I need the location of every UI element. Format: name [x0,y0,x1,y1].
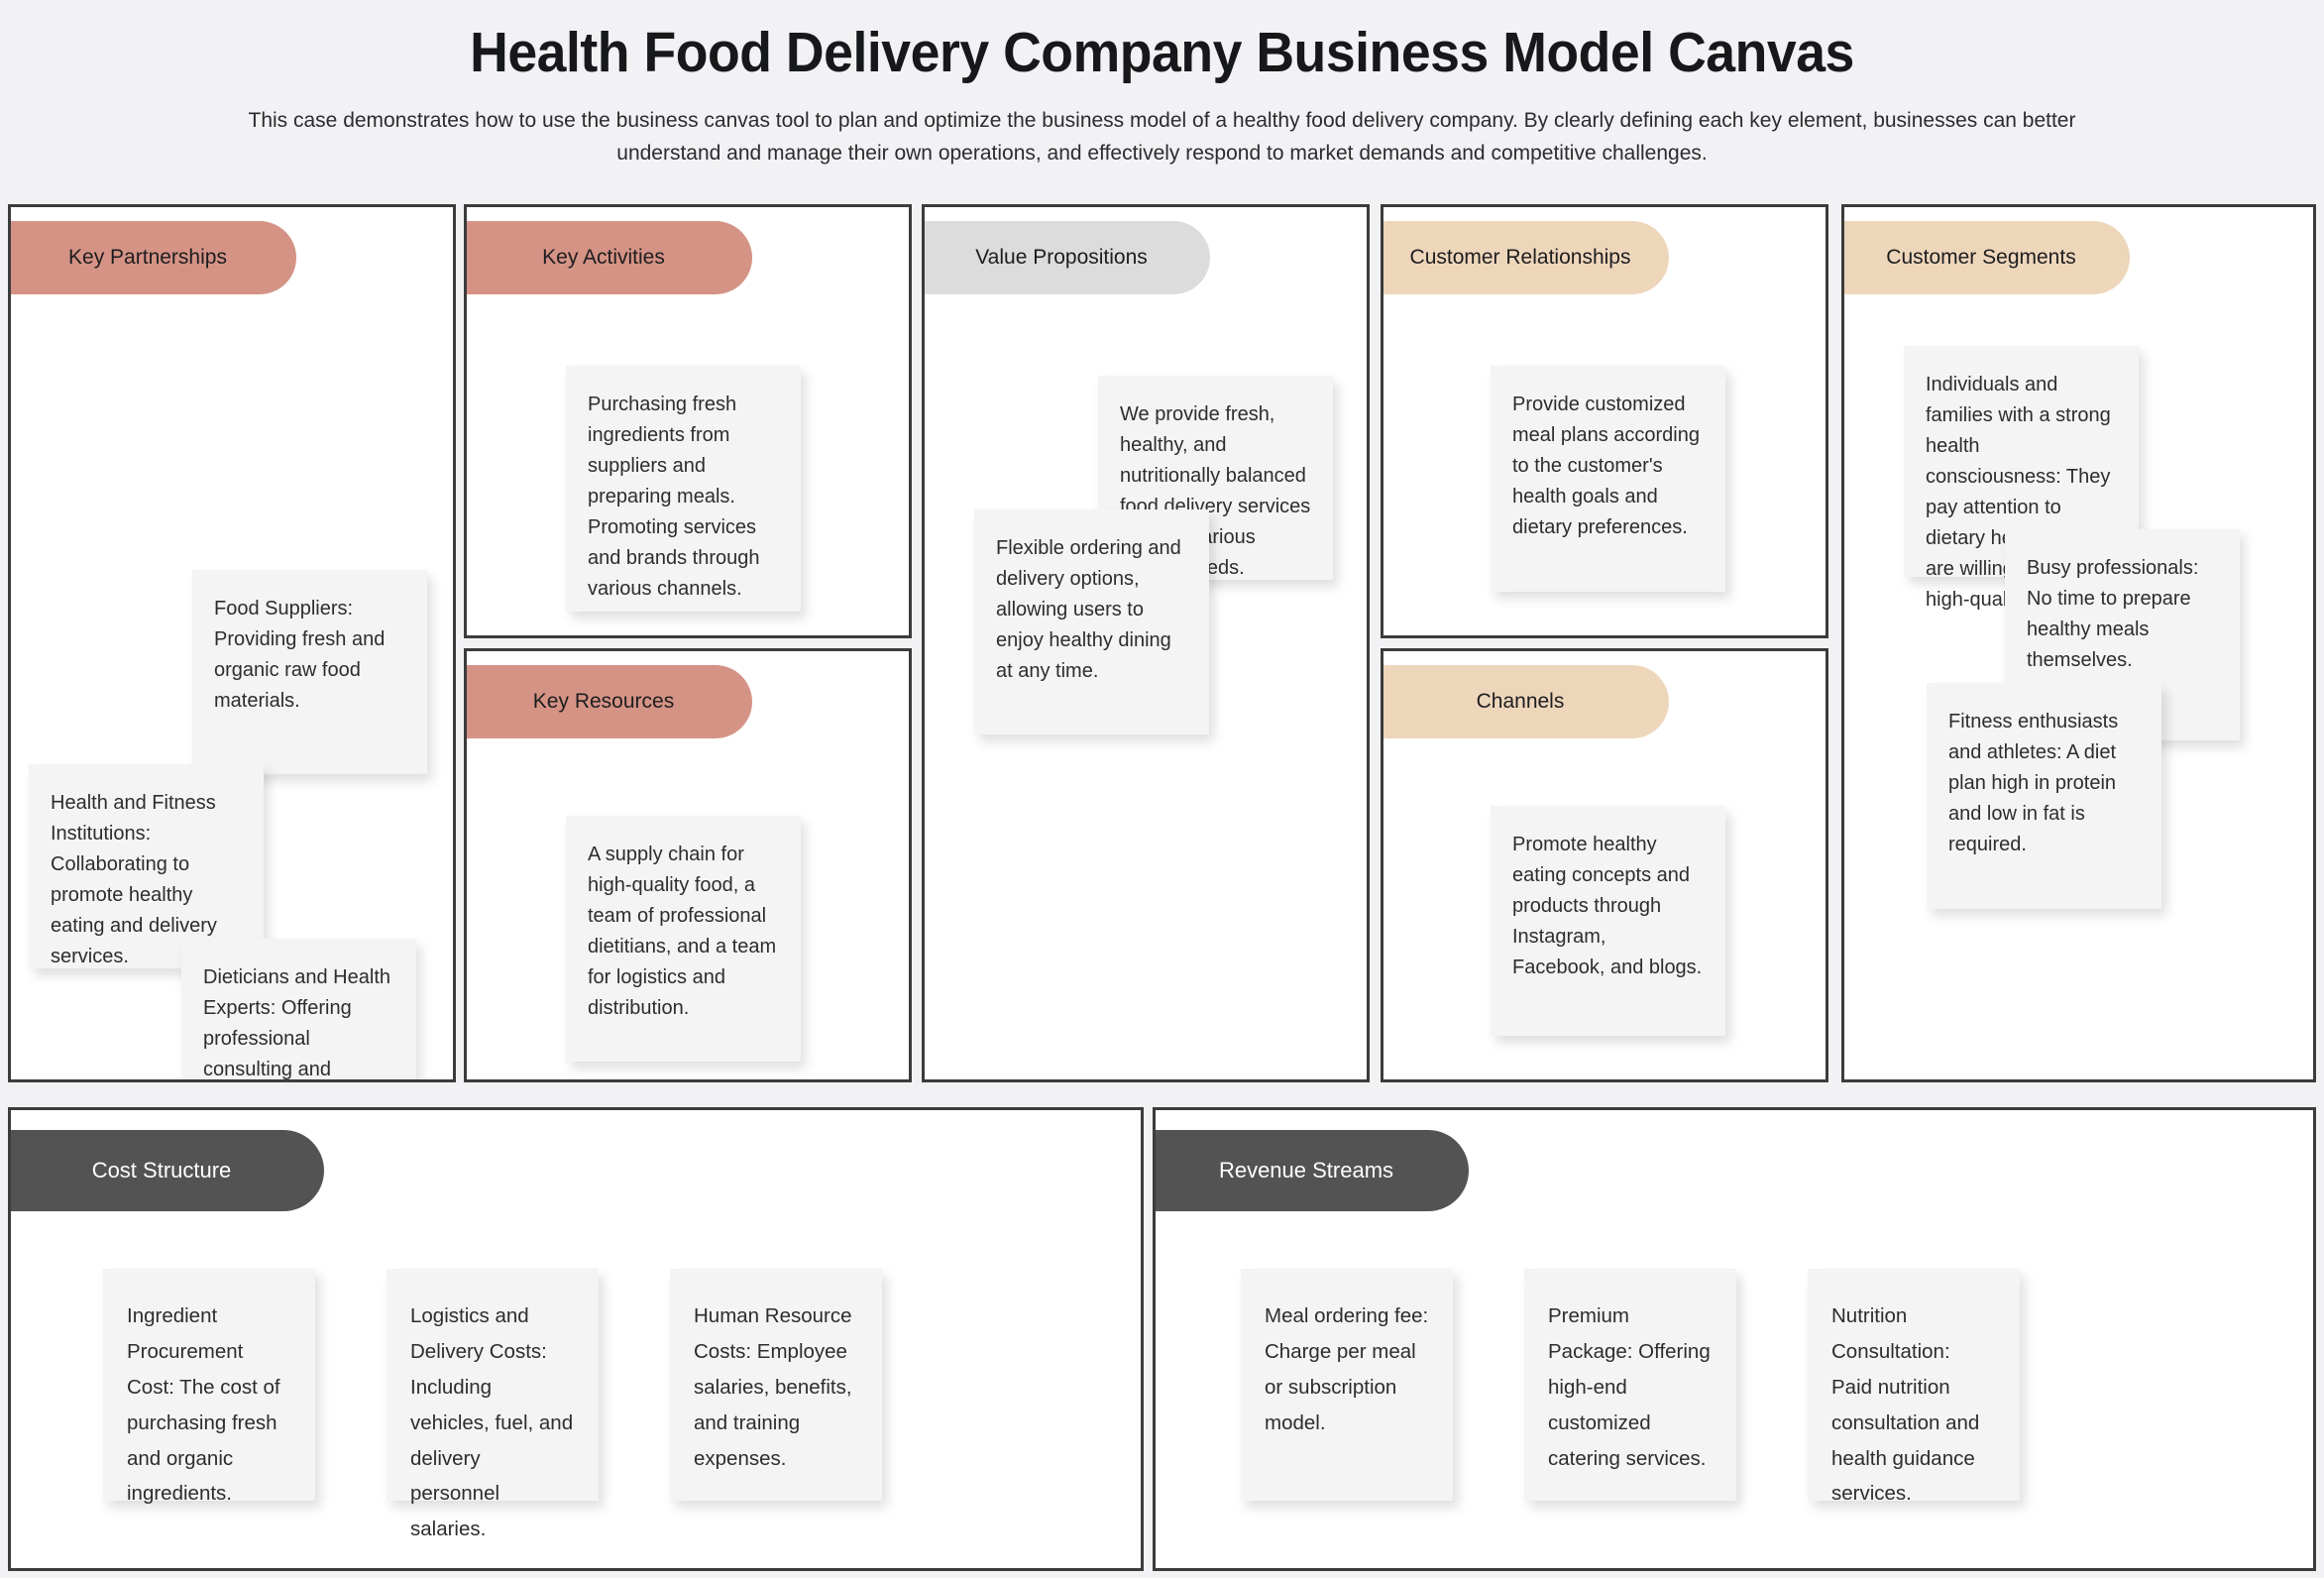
block-key-partnerships[interactable]: Key Partnerships Food Suppliers: Providi… [8,204,456,1082]
page-subtitle: This case demonstrates how to use the bu… [248,108,2076,166]
block-customer-relationships[interactable]: Customer Relationships Provide customize… [1381,204,1828,638]
note-card[interactable]: Human Resource Costs: Employee salaries,… [670,1269,882,1501]
block-header-key-resources: Key Resources [467,665,752,738]
note-card[interactable]: Fitness enthusiasts and athletes: A diet… [1927,683,2161,909]
block-title-key-partnerships: Key Partnerships [68,246,227,269]
block-header-key-activities: Key Activities [467,221,752,294]
business-model-canvas: Health Food Delivery Company Business Mo… [0,0,2324,1578]
block-title-cost-structure: Cost Structure [91,1158,232,1183]
note-card[interactable]: Food Suppliers: Providing fresh and orga… [192,570,427,774]
block-title-key-resources: Key Resources [532,690,675,713]
block-channels[interactable]: Channels Promote healthy eating concepts… [1381,648,1828,1082]
block-header-cost-structure: Cost Structure [11,1130,324,1211]
block-header-channels: Channels [1383,665,1669,738]
block-customer-segments[interactable]: Customer Segments Individuals and famili… [1841,204,2316,1082]
block-title-key-activities: Key Activities [542,246,665,269]
note-card[interactable]: Logistics and Delivery Costs: Including … [387,1269,599,1540]
block-title-channels: Channels [1476,690,1565,713]
note-card[interactable]: Provide customized meal plans according … [1491,366,1725,592]
block-title-value-propositions: Value Propositions [975,246,1148,269]
note-card[interactable]: Premium Package: Offering high-end custo… [1524,1269,1736,1501]
note-card[interactable]: Promote healthy eating concepts and prod… [1491,806,1725,1036]
block-cost-structure[interactable]: Cost Structure Ingredient Procurement Co… [8,1107,1144,1571]
block-key-resources[interactable]: Key Resources A supply chain for high-qu… [464,648,912,1082]
block-value-propositions[interactable]: Value Propositions We provide fresh, hea… [922,204,1370,1082]
block-header-revenue-streams: Revenue Streams [1156,1130,1469,1211]
block-header-customer-relationships: Customer Relationships [1383,221,1669,294]
page-title: Health Food Delivery Company Business Mo… [470,21,1854,84]
note-card[interactable]: Purchasing fresh ingredients from suppli… [566,366,801,612]
note-card[interactable]: A supply chain for high-quality food, a … [566,816,801,1062]
note-card[interactable]: Dieticians and Health Experts: Offering … [181,939,416,1079]
canvas-header: Health Food Delivery Company Business Mo… [0,0,2324,194]
block-key-activities[interactable]: Key Activities Purchasing fresh ingredie… [464,204,912,638]
block-header-key-partnerships: Key Partnerships [11,221,296,294]
block-revenue-streams[interactable]: Revenue Streams Meal ordering fee: Charg… [1153,1107,2316,1571]
block-header-value-propositions: Value Propositions [925,221,1210,294]
block-title-customer-segments: Customer Segments [1886,246,2076,269]
block-title-customer-relationships: Customer Relationships [1409,246,1631,269]
note-card[interactable]: Flexible ordering and delivery options, … [974,509,1209,734]
block-header-customer-segments: Customer Segments [1844,221,2130,294]
note-card[interactable]: Meal ordering fee: Charge per meal or su… [1241,1269,1453,1501]
note-card[interactable]: Ingredient Procurement Cost: The cost of… [103,1269,315,1505]
block-title-revenue-streams: Revenue Streams [1218,1158,1394,1183]
note-card[interactable]: Nutrition Consultation: Paid nutrition c… [1808,1269,2020,1505]
